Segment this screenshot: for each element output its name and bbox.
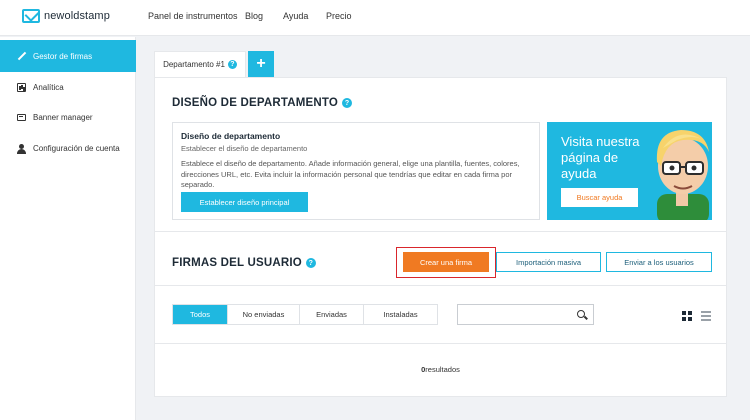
filter-not-sent[interactable]: No enviadas xyxy=(228,305,300,324)
filter-all[interactable]: Todos xyxy=(173,305,228,324)
nav-help[interactable]: Ayuda xyxy=(283,11,308,21)
sidebar-item-signature-manager[interactable]: Gestor de firmas xyxy=(0,40,136,72)
sidebar: Gestor de firmas Analítica Banner manage… xyxy=(0,37,136,420)
user-icon xyxy=(17,143,26,154)
chart-icon xyxy=(17,82,26,92)
section-title: DISEÑO DE DEPARTAMENTO xyxy=(172,97,339,109)
set-main-design-button[interactable]: Establecer diseño principal xyxy=(181,192,308,212)
user-signatures-heading: FIRMAS DEL USUARIO ? xyxy=(172,257,316,269)
card-title: Diseño de departamento xyxy=(181,131,281,141)
list-view-icon[interactable] xyxy=(701,311,711,321)
send-to-users-button[interactable]: Enviar a los usuarios xyxy=(606,252,712,272)
filter-sent[interactable]: Enviadas xyxy=(300,305,364,324)
grid-view-icon[interactable] xyxy=(682,311,692,321)
sidebar-item-account-settings[interactable]: Configuración de cuenta xyxy=(0,132,136,164)
filter-installed[interactable]: Instaladas xyxy=(364,305,437,324)
find-help-button[interactable]: Buscar ayuda xyxy=(561,188,638,207)
help-icon[interactable]: ? xyxy=(305,258,316,268)
help-icon[interactable]: ? xyxy=(227,60,237,69)
department-design-card: Diseño de departamento Establecer el dis… xyxy=(172,122,540,220)
card-description: Establece el diseño de departamento. Aña… xyxy=(181,159,520,189)
nav-blog[interactable]: Blog xyxy=(245,11,263,21)
tab-label: Departamento #1 xyxy=(163,60,225,69)
sidebar-item-label: Banner manager xyxy=(33,112,93,122)
search-input[interactable] xyxy=(457,304,594,325)
section-divider xyxy=(155,231,726,232)
pen-icon xyxy=(17,52,26,61)
card-subtitle: Establecer el diseño de departamento xyxy=(181,144,308,153)
sidebar-item-label: Gestor de firmas xyxy=(33,51,93,61)
sidebar-item-banner-manager[interactable]: Banner manager xyxy=(0,101,136,133)
section-divider xyxy=(155,285,726,286)
banner-icon xyxy=(17,113,26,121)
top-bar: newoldstamp Panel de instrumentos Blog A… xyxy=(0,0,750,36)
logo-text: newoldstamp xyxy=(44,10,110,22)
results-count: 0resultados xyxy=(155,365,726,374)
create-signature-button[interactable]: Crear una firma xyxy=(403,252,489,272)
tab-department-1[interactable]: Departamento #1 ? xyxy=(154,51,246,77)
add-department-button[interactable]: + xyxy=(248,51,274,77)
results-label: resultados xyxy=(425,365,460,374)
mascot-illustration xyxy=(656,130,709,220)
department-design-heading: DISEÑO DE DEPARTAMENTO ? xyxy=(172,97,353,109)
logo[interactable]: newoldstamp xyxy=(22,9,110,23)
search-icon[interactable] xyxy=(577,310,585,318)
nav-dashboard[interactable]: Panel de instrumentos xyxy=(148,11,238,21)
help-promo-banner: Visita nuestra página de ayuda Buscar ay… xyxy=(547,122,712,220)
sidebar-item-label: Configuración de cuenta xyxy=(33,143,120,153)
nav-pricing[interactable]: Precio xyxy=(326,11,352,21)
logo-icon xyxy=(22,9,40,23)
section-divider xyxy=(155,343,726,344)
main-panel: DISEÑO DE DEPARTAMENTO ? Diseño de depar… xyxy=(154,77,727,397)
promo-text: Visita nuestra página de ayuda xyxy=(561,134,640,181)
sidebar-item-label: Analítica xyxy=(33,82,64,92)
sidebar-item-analytics[interactable]: Analítica xyxy=(0,71,136,103)
section-title: FIRMAS DEL USUARIO xyxy=(172,257,302,269)
help-icon[interactable]: ? xyxy=(342,98,353,108)
bulk-import-button[interactable]: Importación masiva xyxy=(496,252,601,272)
signature-filter-tabs: Todos No enviadas Enviadas Instaladas xyxy=(172,304,438,325)
